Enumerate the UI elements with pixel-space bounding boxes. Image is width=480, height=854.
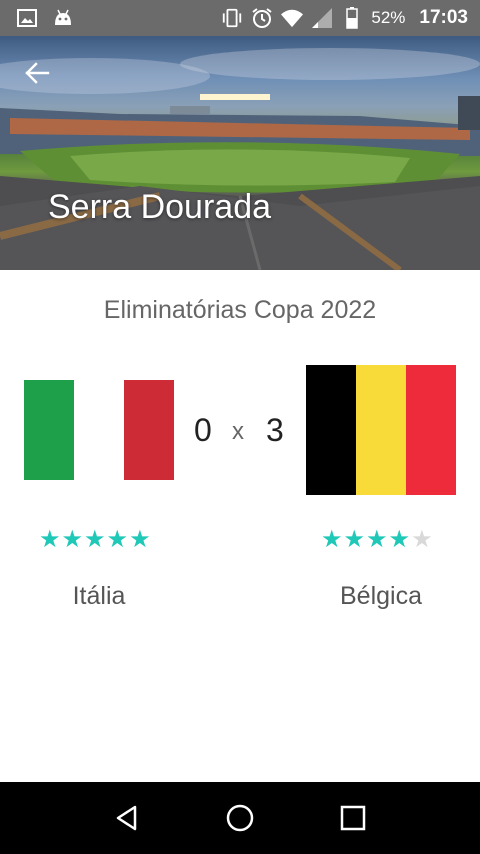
flag-band-white [74,380,124,480]
star-icon[interactable]: ★ [389,528,411,552]
away-team-name: Bélgica [340,582,422,610]
score-separator: x [232,418,244,445]
star-icon[interactable]: ★ [107,528,129,552]
home-rating[interactable]: ★ ★ ★ ★ ★ [39,528,151,552]
flag-band-green [24,380,74,480]
star-icon[interactable]: ★ [366,528,388,552]
vibrate-icon [221,7,243,29]
star-icon[interactable]: ★ [129,528,151,552]
stadium-title: Serra Dourada [48,188,272,226]
nav-home-button[interactable] [220,798,260,838]
star-icon[interactable]: ★ [411,528,433,552]
away-score: 3 [266,412,284,448]
status-right: 52% 17:03 [221,7,468,29]
back-triangle-icon [116,805,136,831]
stadium-header-image: Serra Dourada [0,36,480,270]
star-icon[interactable]: ★ [321,528,343,552]
battery-percent: 52% [371,8,406,27]
star-icon[interactable]: ★ [84,528,106,552]
system-nav-bar [0,782,480,854]
back-button[interactable] [24,62,60,98]
clock: 17:03 [419,7,468,28]
star-icon[interactable]: ★ [344,528,366,552]
nav-recents-button[interactable] [333,798,373,838]
arrow-left-icon [25,62,50,84]
flag-band-red [124,380,174,480]
flag-band-red [406,365,456,495]
wifi-icon [281,7,304,29]
alarm-icon [251,7,273,29]
away-rating[interactable]: ★ ★ ★ ★ ★ [321,528,433,552]
battery-icon [341,7,363,29]
home-circle-icon [226,804,254,832]
home-team-flag [24,380,174,480]
star-icon[interactable]: ★ [39,528,61,552]
status-bar: 52% 17:03 [0,0,480,36]
flag-band-yellow [356,365,406,495]
recents-square-icon [341,805,366,831]
stadium-illustration [0,48,480,270]
home-score: 0 [194,412,212,448]
star-icon[interactable]: ★ [62,528,84,552]
android-icon [52,7,74,29]
nav-back-button[interactable] [107,798,147,838]
flag-band-black [306,365,356,495]
competition-title: Eliminatórias Copa 2022 [103,296,377,324]
home-team-name: Itália [72,582,126,610]
signal-icon [311,7,333,29]
image-icon [16,7,38,29]
away-team-flag [306,365,456,495]
status-left [16,7,74,29]
